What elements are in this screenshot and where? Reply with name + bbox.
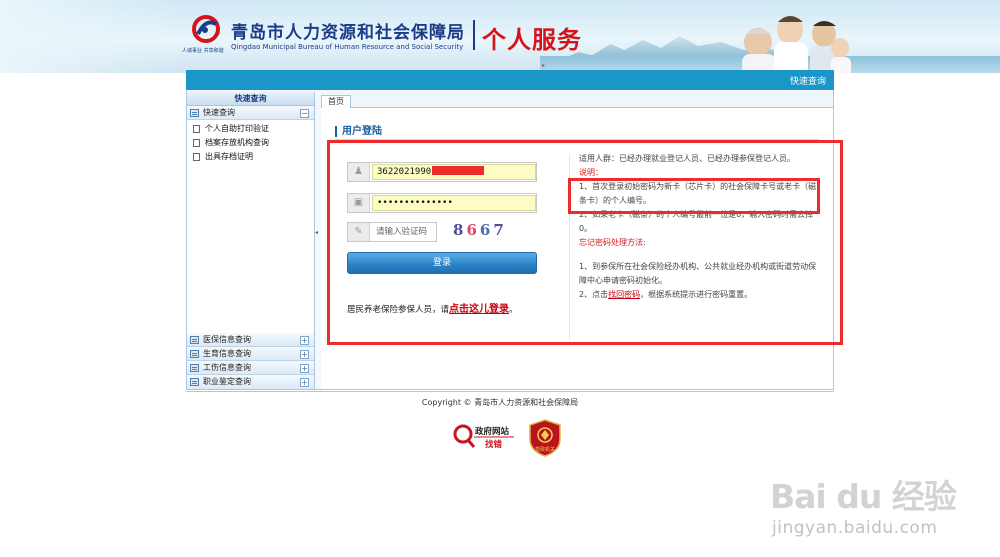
sidebar: 快速查询 快速查询 − 个人自助打印验证 档案存放机构查询 出具存档证明 医保信… bbox=[187, 92, 315, 389]
sidebar-group-label: 快速查询 bbox=[203, 108, 235, 117]
sidebar-group-label: 生育信息查询 bbox=[203, 349, 251, 358]
sidebar-group-medical[interactable]: 医保信息查询 + bbox=[187, 333, 314, 347]
sidebar-group-label: 职业鉴定查询 bbox=[203, 377, 251, 386]
sidebar-item-self-print-verify[interactable]: 个人自助打印验证 bbox=[187, 122, 314, 136]
login-button[interactable]: 登录 bbox=[347, 252, 537, 274]
tab-home[interactable]: 首页 bbox=[321, 95, 351, 108]
sidebar-item-label: 档案存放机构查询 bbox=[205, 138, 269, 147]
content-divider bbox=[569, 154, 570, 340]
sidebar-item-label: 个人自助打印验证 bbox=[205, 124, 269, 133]
recover-password-link[interactable]: 找回密码 bbox=[608, 290, 640, 299]
expand-toggle-icon[interactable]: + bbox=[300, 336, 309, 345]
sidebar-group-vocational[interactable]: 职业鉴定查询 + bbox=[187, 375, 314, 389]
personal-service-title: 个人服务 bbox=[482, 26, 582, 54]
section-title: 用户登陆 bbox=[335, 126, 382, 137]
list-icon bbox=[190, 350, 199, 358]
document-icon bbox=[193, 139, 200, 147]
sidebar-item-label: 出具存档证明 bbox=[205, 152, 253, 161]
tab-bar: 首页 bbox=[321, 92, 833, 108]
section-divider bbox=[335, 139, 819, 140]
bureau-logo-icon bbox=[192, 15, 220, 43]
list-icon bbox=[190, 336, 199, 344]
main-frame: 快速查询 快速查询 − 个人自助打印验证 档案存放机构查询 出具存档证明 医保信… bbox=[186, 90, 834, 390]
shield-label: 党政机关 bbox=[535, 446, 555, 453]
password-field: ▣ •••••••••••••• bbox=[347, 193, 537, 213]
footer-divider bbox=[186, 391, 834, 392]
family-photo bbox=[742, 16, 851, 73]
sidebar-item-list: 个人自助打印验证 档案存放机构查询 出具存档证明 bbox=[187, 120, 314, 164]
sidebar-item-archive-agency[interactable]: 档案存放机构查询 bbox=[187, 136, 314, 150]
sidebar-collapse-handle-icon[interactable]: ◂ bbox=[315, 226, 319, 240]
resident-login-link[interactable]: 点击这儿登录 bbox=[449, 304, 509, 315]
applicable-users: 适用人群：已经办理就业登记人员、已经办理参保登记人员。 bbox=[579, 154, 795, 163]
login-content: 用户登陆 ♟ 3622021990 ▣ •••••••••••••• ✎ 请输入… bbox=[321, 108, 833, 389]
pencil-icon: ✎ bbox=[348, 223, 370, 241]
username-field: ♟ 3622021990 bbox=[347, 162, 537, 182]
quick-query-link[interactable]: 快速查询 bbox=[790, 74, 826, 87]
login-instructions: 适用人群：已经办理就业登记人员、已经办理参保登记人员。 说明： 1、首次登录初始… bbox=[579, 152, 819, 302]
captcha-field: ✎ 请输入验证码 bbox=[347, 222, 437, 242]
password-input[interactable]: •••••••••••••• bbox=[372, 195, 536, 211]
sidebar-group-label: 工伤信息查询 bbox=[203, 363, 251, 372]
sidebar-header: 快速查询 bbox=[187, 92, 314, 106]
forgot-password-label: 忘记密码处理方法: bbox=[579, 238, 646, 247]
list-icon bbox=[190, 109, 199, 117]
document-icon bbox=[193, 125, 200, 133]
captcha-image[interactable]: 8667 bbox=[453, 221, 507, 239]
bureau-title: 青岛市人力资源和社会保障局 bbox=[231, 23, 465, 43]
banner-sky bbox=[0, 0, 180, 73]
sidebar-group-maternity[interactable]: 生育信息查询 + bbox=[187, 347, 314, 361]
gov-error-label[interactable]: 找错 bbox=[485, 438, 502, 450]
sidebar-group-injury[interactable]: 工伤信息查询 + bbox=[187, 361, 314, 375]
title-divider bbox=[473, 20, 475, 50]
watermark-url: jingyan.baidu.com bbox=[772, 518, 938, 538]
copyright: Copyright © 青岛市人力资源和社会保障局 bbox=[421, 398, 579, 407]
captcha-input[interactable]: 请输入验证码 bbox=[372, 224, 436, 240]
bureau-title-en: Qingdao Municipal Bureau of Human Resour… bbox=[231, 43, 464, 51]
username-input[interactable]: 3622021990 bbox=[372, 164, 536, 180]
forgot-method-2: 2、点击找回密码，根据系统提示进行密码重置。 bbox=[579, 290, 753, 299]
collapse-toggle-icon[interactable]: − bbox=[300, 109, 309, 118]
note-first-login: 1、首次登录初始密码为新卡（芯片卡）的社会保障卡号或老卡（磁条卡）的个人编号。 bbox=[579, 182, 817, 205]
sidebar-item-archive-certificate[interactable]: 出具存档证明 bbox=[187, 150, 314, 164]
list-icon bbox=[190, 364, 199, 372]
logo-slogan: 人城事业 共享和谐 bbox=[182, 48, 224, 54]
watermark-brand: Bai du 经验 bbox=[770, 477, 957, 516]
note-leading-zero: 2、如果老卡（磁条）的个人编号最前一位是0，输入密码时需去掉0。 bbox=[579, 210, 814, 233]
resident-login-hint: 居民养老保险参保人员，请点击这儿登录。 bbox=[347, 304, 518, 315]
gov-site-label[interactable]: 政府网站 bbox=[475, 425, 509, 437]
document-icon bbox=[193, 153, 200, 161]
sidebar-group-quick-query[interactable]: 快速查询 − bbox=[187, 106, 314, 120]
note-label: 说明： bbox=[579, 168, 603, 177]
expand-toggle-icon[interactable]: + bbox=[300, 378, 309, 387]
sidebar-collapsed-groups: 医保信息查询 + 生育信息查询 + 工伤信息查询 + 职业鉴定查询 + bbox=[187, 333, 314, 389]
expand-toggle-icon[interactable]: + bbox=[300, 350, 309, 359]
party-gov-shield-icon[interactable]: 党政机关 bbox=[528, 419, 562, 457]
header-banner: 人城事业 共享和谐 青岛市人力资源和社会保障局 Qingdao Municipa… bbox=[0, 0, 1000, 73]
list-icon bbox=[190, 378, 199, 386]
sidebar-group-label: 医保信息查询 bbox=[203, 335, 251, 344]
top-nav-bar: 快速查询 bbox=[186, 70, 834, 90]
redaction-mask bbox=[432, 166, 485, 175]
lock-icon: ▣ bbox=[348, 194, 370, 212]
banner-scroll-arrow[interactable]: ▸ bbox=[542, 62, 545, 69]
forgot-method-1: 1、到参保所在社会保险经办机构、公共就业经办机构或街道劳动保障中心申请密码初始化… bbox=[579, 262, 817, 285]
expand-toggle-icon[interactable]: + bbox=[300, 364, 309, 373]
user-icon: ♟ bbox=[348, 163, 370, 181]
